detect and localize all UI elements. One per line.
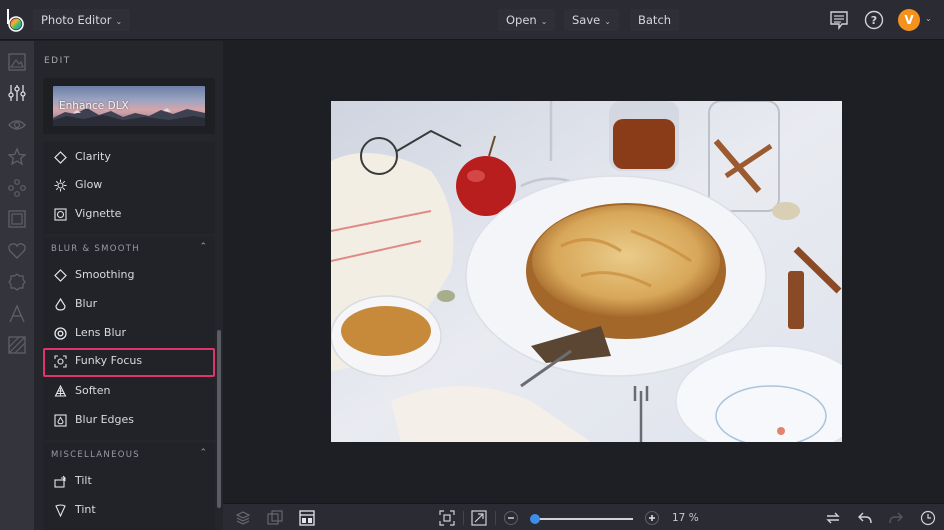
save-label: Save [572, 13, 601, 27]
effects-list-top: Clarity Glow Vignette [43, 142, 215, 234]
item-lens-blur[interactable]: Lens Blur [43, 320, 215, 347]
item-tint[interactable]: Tint [43, 497, 215, 524]
item-label: Clarity [75, 150, 111, 163]
item-soften[interactable]: Soften [43, 378, 215, 405]
divider [463, 511, 464, 525]
vignette-icon [54, 208, 67, 221]
item-label: Blur Edges [75, 413, 135, 426]
item-label: Blur [75, 297, 98, 310]
blur-smooth-section: BLUR & SMOOTH ⌃ Smoothing Blur Lens Blur… [43, 237, 215, 440]
svg-text:?: ? [871, 14, 877, 27]
item-blur[interactable]: Blur [43, 291, 215, 318]
help-icon[interactable]: ? [863, 9, 885, 31]
section-title: BLUR & SMOOTH [51, 244, 140, 254]
redo-icon[interactable] [888, 510, 904, 526]
chevron-down-icon: ⌄ [604, 17, 611, 26]
star-icon[interactable] [7, 147, 27, 167]
divider [495, 511, 496, 525]
layers-icon[interactable] [235, 510, 251, 526]
frames-icon[interactable] [7, 178, 27, 198]
miscellaneous-section: MISCELLANEOUS ⌃ Tilt Tint [43, 443, 215, 530]
item-label: Smoothing [75, 268, 135, 281]
diamond-icon [54, 151, 67, 164]
chevron-up-icon: ⌃ [199, 242, 207, 252]
soften-icon [54, 385, 67, 397]
miscellaneous-header[interactable]: MISCELLANEOUS ⌃ [43, 443, 215, 467]
zoom-slider-thumb[interactable] [530, 514, 540, 524]
tint-icon [55, 504, 66, 517]
section-title: MISCELLANEOUS [51, 450, 140, 460]
chevron-down-icon: ⌄ [540, 17, 548, 26]
item-label: Tilt [75, 474, 92, 487]
item-label: Tint [75, 503, 96, 516]
item-label: Funky Focus [75, 354, 143, 367]
chevron-down-icon: ⌄ [115, 17, 123, 26]
item-label: Vignette [75, 207, 122, 220]
item-label: Lens Blur [75, 326, 126, 339]
item-vignette[interactable]: Vignette [43, 201, 215, 228]
focus-icon [54, 355, 67, 368]
fit-screen-icon[interactable] [439, 510, 455, 526]
lens-icon [54, 327, 67, 340]
blur-smooth-header[interactable]: BLUR & SMOOTH ⌃ [43, 237, 215, 261]
text-icon[interactable] [7, 304, 27, 324]
texture-icon[interactable] [7, 335, 27, 355]
user-avatar[interactable]: V [898, 9, 920, 31]
batch-label: Batch [638, 13, 672, 27]
bottom-toolbar: 17 % [223, 503, 944, 530]
badge-icon[interactable] [7, 272, 27, 292]
heart-icon[interactable] [7, 241, 27, 261]
zoom-percent: 17 % [672, 512, 699, 524]
open-label: Open [506, 13, 537, 27]
chevron-up-icon: ⌃ [199, 448, 207, 458]
batch-button[interactable]: Batch [630, 9, 680, 31]
item-funky-focus[interactable]: Funky Focus [43, 348, 215, 377]
actual-size-icon[interactable] [471, 510, 487, 526]
enhance-thumbnail: Enhance DLX [53, 86, 205, 126]
border-icon[interactable] [7, 209, 27, 229]
app-switcher-dropdown[interactable]: Photo Editor ⌄ [33, 9, 131, 31]
apple-pie-photo [331, 101, 842, 442]
item-label: Glow [75, 178, 103, 191]
tilt-icon [54, 475, 66, 488]
panel-title: EDIT [44, 56, 71, 66]
image-icon[interactable] [7, 52, 27, 72]
save-menu-button[interactable]: Save ⌄ [564, 9, 619, 31]
photo-canvas[interactable] [331, 101, 842, 442]
undo-icon[interactable] [857, 510, 873, 526]
panel-scrollbar[interactable] [217, 330, 221, 508]
compare-icon[interactable] [267, 510, 283, 526]
item-label: Soften [75, 384, 111, 397]
layout-icon[interactable] [299, 510, 315, 526]
item-clarity[interactable]: Clarity [43, 144, 215, 171]
flip-icon[interactable] [825, 510, 841, 526]
chevron-down-icon[interactable]: ⌄ [925, 14, 932, 23]
zoom-in-icon[interactable] [644, 510, 660, 526]
adjustments-icon[interactable] [7, 83, 27, 103]
sparkle-icon [54, 179, 67, 192]
tool-rail [0, 41, 34, 530]
app-logo-icon[interactable] [5, 8, 27, 32]
enhance-dlx-card[interactable]: Enhance DLX [43, 78, 215, 134]
item-blur-edges[interactable]: Blur Edges [43, 407, 215, 434]
diamond-icon [54, 269, 67, 282]
history-icon[interactable] [920, 510, 936, 526]
item-glow[interactable]: Glow [43, 172, 215, 199]
top-bar: Photo Editor ⌄ Open ⌄ Save ⌄ Batch ? V ⌄ [0, 0, 944, 40]
zoom-out-icon[interactable] [503, 510, 519, 526]
blur-edges-icon [54, 414, 67, 427]
edit-panel: EDIT Enhance DLX Clarity Glow Vignette B… [34, 41, 223, 530]
item-tilt[interactable]: Tilt [43, 468, 215, 495]
app-switcher-label: Photo Editor [41, 13, 112, 27]
eye-icon[interactable] [7, 115, 27, 135]
drop-icon [55, 298, 66, 311]
open-menu-button[interactable]: Open ⌄ [498, 9, 556, 31]
zoom-slider-track[interactable] [535, 518, 633, 520]
enhance-dlx-label: Enhance DLX [59, 100, 129, 112]
chat-icon[interactable] [828, 9, 850, 31]
item-smoothing[interactable]: Smoothing [43, 262, 215, 289]
